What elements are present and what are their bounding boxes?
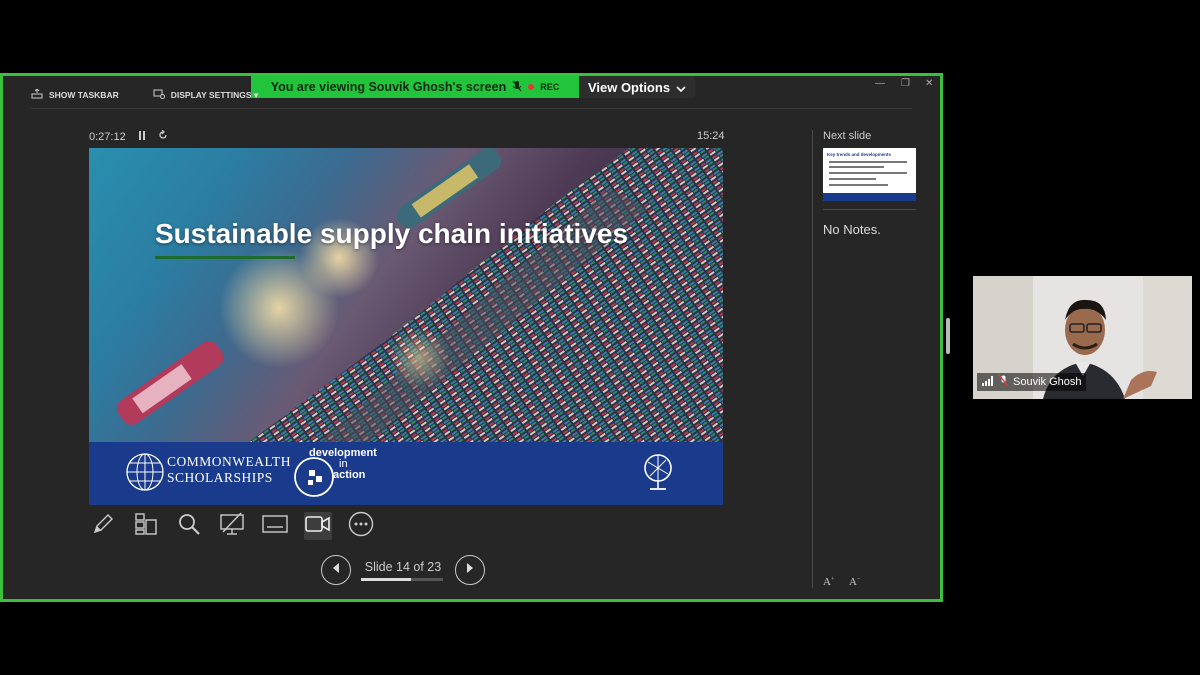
display-settings-label: DISPLAY SETTINGS ▾ (170, 89, 259, 100)
signal-strength-icon (982, 375, 994, 389)
globe-stand-icon (641, 452, 675, 499)
close-icon[interactable]: ✕ (925, 78, 933, 89)
view-options-label: View Options (587, 79, 671, 95)
viewing-banner-text: You are viewing Souvik Ghosh's screen (270, 80, 507, 94)
next-slide-thumbnail[interactable]: Key trends and developments (823, 148, 916, 201)
increase-font-button[interactable]: A+ (823, 576, 834, 588)
view-options-button[interactable]: View Options (579, 76, 695, 98)
slide-progress-fill (361, 577, 411, 581)
black-screen-button[interactable] (218, 512, 246, 540)
zoom-button[interactable] (175, 512, 203, 540)
participant-video[interactable]: Souvik Ghosh (973, 276, 1192, 399)
pane-divider[interactable] (812, 130, 813, 588)
reset-timer-icon[interactable] (158, 129, 168, 143)
mic-muted-icon (998, 374, 1009, 389)
next-slide-button[interactable] (455, 555, 485, 585)
show-taskbar-label: SHOW TASKBAR (49, 90, 119, 100)
slide-navigation: Slide 14 of 23 (321, 555, 485, 585)
chevron-right-icon (465, 561, 475, 579)
slide-progress-bar (361, 577, 443, 581)
presenter-toolbar: SHOW TASKBAR DISPLAY SETTINGS ▾ (31, 86, 292, 104)
rec-label: REC (540, 82, 560, 92)
globe-icon (125, 452, 165, 497)
slide-title: Sustainable supply chain initiatives (155, 218, 629, 249)
slide-footer-band: COMMONWEALTH SCHOLARSHIPS development in… (89, 442, 723, 505)
camera-toggle-button[interactable] (304, 512, 332, 540)
pause-icon[interactable] (138, 130, 146, 143)
presenter-tools (89, 511, 375, 542)
magnifier-icon (177, 512, 201, 541)
see-all-slides-button[interactable] (132, 512, 160, 540)
rec-dot-icon (528, 84, 535, 90)
viewing-banner: You are viewing Souvik Ghosh's screen RE… (251, 76, 579, 98)
chevron-down-icon (676, 80, 686, 95)
slide-sorter-icon (134, 512, 158, 541)
participant-name: Souvik Ghosh (1013, 376, 1082, 388)
taskbar-icon (31, 88, 43, 101)
development-in-action-logo: development in action (309, 448, 377, 481)
subtitles-button[interactable] (261, 512, 289, 540)
chevron-left-icon (331, 561, 341, 579)
participant-name-tag: Souvik Ghosh (977, 373, 1087, 391)
screen-share-frame: You are viewing Souvik Ghosh's screen RE… (0, 73, 943, 602)
mic-muted-icon (512, 80, 522, 95)
timer-bar: 0:27:12 (89, 129, 168, 143)
pen-icon (92, 513, 114, 540)
display-settings-button[interactable]: DISPLAY SETTINGS ▾ (153, 89, 258, 101)
cw-logo-line1: COMMONWEALTH (167, 454, 291, 469)
port-aerial-photo (89, 148, 723, 442)
thumbnail-text-lines (829, 161, 907, 186)
decrease-font-button[interactable]: A− (849, 576, 860, 588)
pen-tool-button[interactable] (89, 512, 117, 540)
thumbnail-footer-band (823, 193, 916, 201)
title-underline (155, 256, 295, 259)
elapsed-time: 0:27:12 (89, 130, 126, 143)
subtitles-icon (262, 514, 288, 539)
panel-resize-handle[interactable] (946, 318, 950, 354)
more-options-button[interactable] (347, 511, 375, 542)
restore-icon[interactable]: ❐ (901, 78, 910, 89)
speaker-notes: No Notes. (823, 222, 881, 237)
slide-counter-group: Slide 14 of 23 (361, 560, 445, 581)
previous-slide-button[interactable] (321, 555, 351, 585)
commonwealth-scholarships-logo: COMMONWEALTH SCHOLARSHIPS (167, 454, 291, 486)
current-slide: Sustainable supply chain initiatives COM… (89, 148, 723, 505)
notes-divider (823, 209, 916, 210)
current-time: 15:24 (697, 130, 725, 142)
cw-logo-line2: SCHOLARSHIPS (167, 470, 273, 485)
toolbar-divider (31, 108, 912, 109)
next-slide-label: Next slide (823, 130, 872, 142)
video-camera-icon (305, 514, 331, 539)
screen-off-icon (219, 512, 245, 541)
thumbnail-title: Key trends and developments (827, 152, 892, 157)
slide-counter: Slide 14 of 23 (364, 559, 442, 574)
minimize-icon[interactable]: — (875, 78, 885, 89)
monitor-gear-icon (153, 89, 165, 101)
show-taskbar-button[interactable]: SHOW TASKBAR (31, 88, 119, 101)
more-icon (348, 511, 374, 542)
dia-logo-line3: action (333, 469, 366, 481)
